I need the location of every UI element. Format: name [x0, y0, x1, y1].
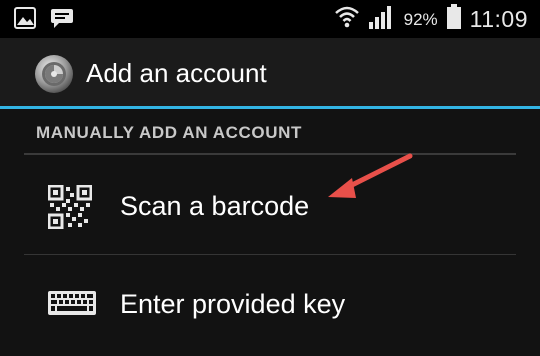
annotation-arrow: [328, 153, 413, 198]
list-divider: [24, 254, 516, 255]
enter-key-option[interactable]: Enter provided key: [24, 257, 516, 353]
page-title: Add an account: [86, 58, 267, 88]
battery-icon: [446, 4, 462, 35]
qr-code-icon: [47, 184, 96, 230]
section-divider: [24, 153, 516, 155]
signal-icon: [368, 4, 394, 35]
chat-icon: [50, 6, 74, 35]
scan-barcode-label: Scan a barcode: [120, 191, 310, 221]
section-header: MANUALLY ADD AN ACCOUNT: [36, 123, 302, 142]
wifi-icon: [334, 5, 360, 34]
authenticator-app-icon[interactable]: [34, 54, 74, 94]
keyboard-icon: [48, 283, 96, 327]
content-area: MANUALLY ADD AN ACCOUNT Scan a barcode E…: [0, 109, 540, 356]
status-bar: 92% 11:09: [0, 0, 540, 38]
clock: 11:09: [469, 6, 528, 32]
battery-percent: 92%: [403, 9, 438, 29]
scan-barcode-option[interactable]: Scan a barcode: [24, 159, 516, 255]
gallery-icon: [14, 7, 36, 34]
enter-key-label: Enter provided key: [120, 289, 346, 319]
action-bar: Add an account: [0, 38, 540, 109]
